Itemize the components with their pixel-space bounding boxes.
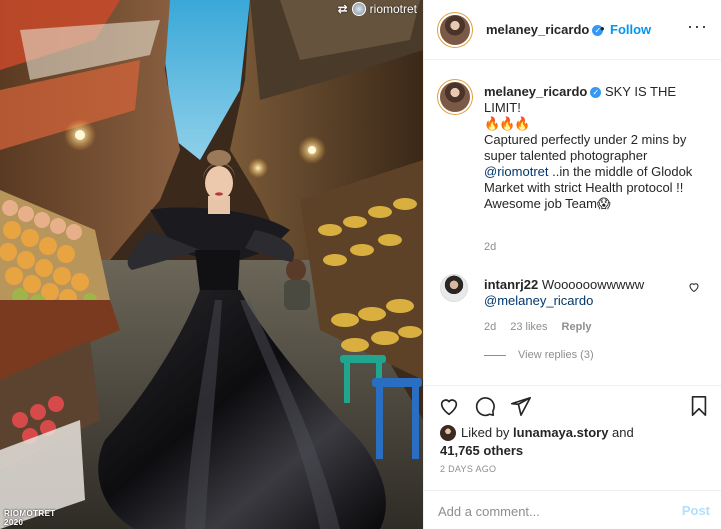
likes-prefix: Liked by [461, 425, 510, 440]
post-comment-button[interactable]: Post [682, 503, 710, 518]
heart-icon[interactable] [438, 395, 460, 417]
repost-badge[interactable]: ⇄ riomotret [338, 2, 417, 16]
caption-verified-icon: ✓ [590, 87, 602, 98]
post-sidebar: melaney_ricardo ✓ • Follow ··· melaney_ri… [423, 0, 721, 529]
view-replies-button[interactable]: View replies (3) [484, 349, 594, 361]
caption-timestamp[interactable]: 2d [484, 241, 496, 253]
add-comment-bar: Post [424, 490, 721, 529]
caption-emoji: 🔥🔥🔥 [484, 116, 531, 131]
repost-icon: ⇄ [337, 2, 348, 16]
caption-body1: Captured perfectly under 2 mins by super… [484, 132, 687, 163]
author-avatar[interactable] [440, 15, 470, 45]
repost-handle: riomotret [369, 2, 417, 16]
repost-avatar [351, 2, 366, 16]
comment-text: intanrj22 Woooooowwwww @melaney_ricardo [484, 277, 674, 309]
header-separator: • [600, 21, 605, 36]
comment-likes[interactable]: 23 likes [510, 321, 547, 333]
comment-mention-link[interactable]: @melaney_ricardo [484, 293, 593, 308]
action-bar [424, 385, 721, 425]
reply-button[interactable]: Reply [562, 321, 592, 333]
post-photo[interactable]: ⇄ riomotret RIOMOTRET 2020 [0, 0, 423, 529]
post-header: melaney_ricardo ✓ • Follow ··· [424, 0, 721, 60]
caption-text: melaney_ricardo ✓ SKY IS THE LIMIT! 🔥🔥🔥 C… [484, 84, 706, 212]
caption-username[interactable]: melaney_ricardo [484, 84, 587, 99]
view-replies-label: View replies (3) [518, 349, 594, 361]
market-photo-image [0, 0, 423, 529]
likes-joiner: and [612, 425, 634, 440]
comment-timestamp[interactable]: 2d [484, 321, 496, 333]
comment-icon[interactable] [474, 395, 496, 417]
likes-count[interactable]: 41,765 others [440, 443, 523, 458]
watermark-line1: RIOMOTRET [4, 509, 56, 518]
watermark-line2: 2020 [4, 518, 24, 527]
liker-username[interactable]: lunamaya.story [513, 425, 608, 440]
photo-watermark: RIOMOTRET 2020 [4, 509, 56, 527]
post-date[interactable]: 2 DAYS AGO [440, 464, 496, 474]
caption-avatar[interactable] [440, 82, 470, 112]
view-replies-line [484, 354, 506, 356]
caption-mention-link[interactable]: @riomotret [484, 164, 549, 179]
comment-heart-icon[interactable] [688, 281, 700, 293]
likes-summary: Liked by lunamaya.story and 41,765 other… [440, 424, 710, 460]
commenter-avatar[interactable] [440, 274, 468, 302]
more-icon[interactable]: ··· [687, 16, 708, 37]
share-icon[interactable] [510, 395, 532, 417]
author-username[interactable]: melaney_ricardo ✓ [486, 22, 604, 37]
bookmark-icon[interactable] [688, 395, 710, 417]
comment-meta: 2d 23 likes Reply [484, 321, 592, 333]
caption-closing: Awesome job Team😱 [484, 196, 611, 211]
comment-input[interactable] [438, 502, 658, 520]
liker-avatar[interactable] [440, 425, 456, 441]
comment-body: Woooooowwwww [541, 277, 645, 292]
commenter-username[interactable]: intanrj22 [484, 277, 538, 292]
follow-button[interactable]: Follow [610, 22, 651, 37]
author-username-text[interactable]: melaney_ricardo [486, 22, 589, 37]
